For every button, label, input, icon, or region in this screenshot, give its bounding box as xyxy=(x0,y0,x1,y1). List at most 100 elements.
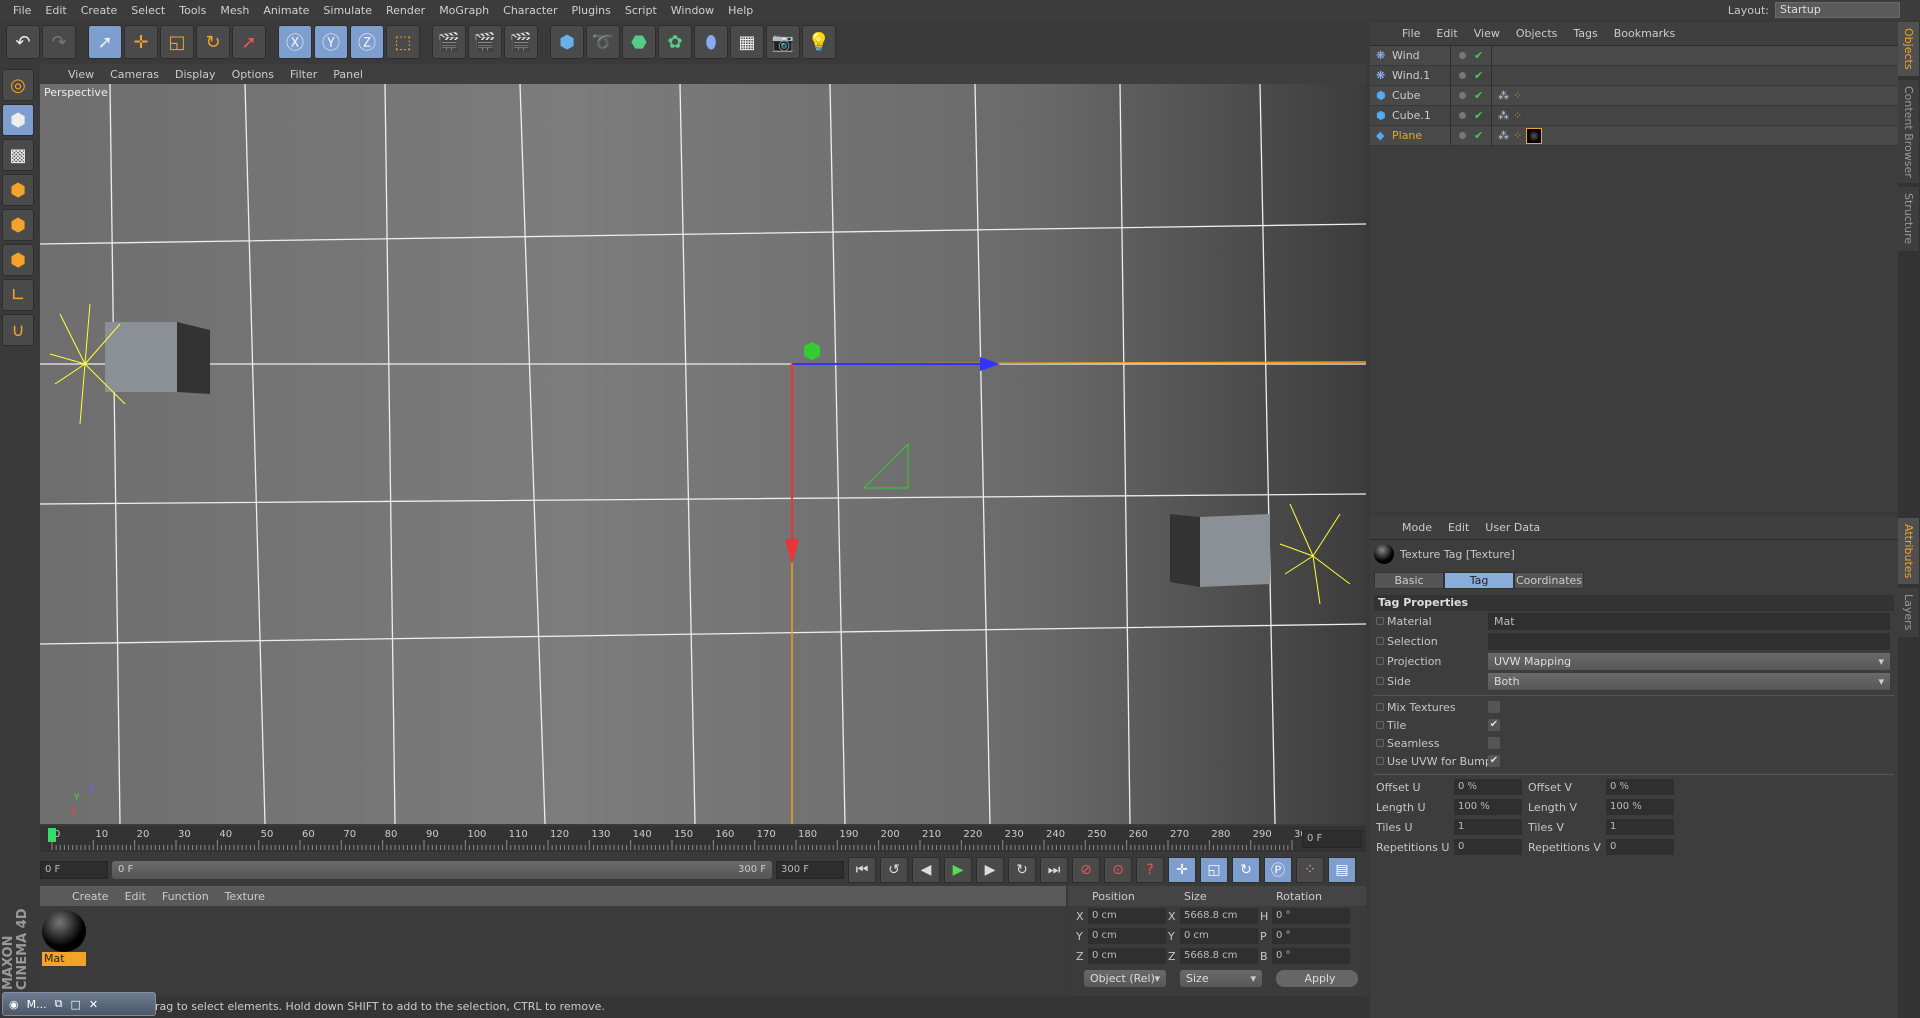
coord-field[interactable]: 5668.8 cm xyxy=(1180,908,1258,924)
visibility-dot-icon[interactable] xyxy=(1459,112,1466,119)
playhead[interactable] xyxy=(48,828,56,842)
enabled-check-icon[interactable]: ✔ xyxy=(1474,129,1483,142)
frame-range-slider[interactable]: 0 F 300 F xyxy=(112,861,772,879)
undo-icon[interactable]: ↶ xyxy=(6,25,40,59)
current-frame-field[interactable]: 0 F xyxy=(1302,830,1362,848)
nurbs-icon[interactable]: ⬣ xyxy=(622,25,656,59)
menu-file[interactable]: File xyxy=(6,4,38,17)
side-tab-layers[interactable]: Layers xyxy=(1898,588,1919,637)
dynamics-tag-icon[interactable]: ⁘ xyxy=(1513,89,1522,102)
edges-mode-icon[interactable]: ⬢ xyxy=(2,209,34,241)
coord-field[interactable]: 0 cm xyxy=(1088,908,1166,924)
length-u-field[interactable]: 100 % xyxy=(1454,799,1522,815)
dynamics-tag-icon[interactable]: ⁘ xyxy=(1513,109,1522,122)
menu-mograph[interactable]: MoGraph xyxy=(432,4,496,17)
next-key-icon[interactable]: ↻ xyxy=(1008,857,1036,883)
viewport[interactable]: YZ X Perspective xyxy=(40,84,1366,824)
object-row-wind[interactable]: ❋ Wind ✔ xyxy=(1370,45,1898,66)
y-axis-icon[interactable]: Ⓨ xyxy=(314,25,348,59)
end-frame-field[interactable]: 300 F xyxy=(776,861,844,879)
tab-coordinates[interactable]: Coordinates xyxy=(1514,572,1584,589)
side-tab-attributes[interactable]: Attributes xyxy=(1898,518,1919,585)
menu-render[interactable]: Render xyxy=(379,4,432,17)
key-scale-icon[interactable]: ◱ xyxy=(1200,857,1228,883)
coordinate-system-icon[interactable]: ⬚ xyxy=(386,25,420,59)
play-icon[interactable]: ▶ xyxy=(944,857,972,883)
attribute-menu-user-data[interactable]: User Data xyxy=(1477,521,1548,534)
object-menu-view[interactable]: View xyxy=(1466,27,1508,40)
tiles-u-field[interactable]: 1 xyxy=(1454,819,1522,835)
enabled-check-icon[interactable]: ✔ xyxy=(1474,89,1483,102)
tile-checkbox[interactable]: ✔ xyxy=(1488,719,1500,731)
use-uvw-for-bump-checkbox[interactable]: ✔ xyxy=(1488,755,1500,767)
material-link-field[interactable]: Mat xyxy=(1488,612,1890,630)
object-row-wind-1[interactable]: ❋ Wind.1 ✔ xyxy=(1370,65,1898,86)
phong-tag-icon[interactable]: ⁂ xyxy=(1498,129,1509,142)
material-menu-edit[interactable]: Edit xyxy=(117,890,154,903)
scale-tool-icon[interactable]: ◱ xyxy=(160,25,194,59)
go-to-start-icon[interactable]: ⏮ xyxy=(848,857,876,883)
cube-primitive-icon[interactable]: ⬢ xyxy=(550,25,584,59)
redo-icon[interactable]: ↷ xyxy=(42,25,76,59)
object-menu-edit[interactable]: Edit xyxy=(1428,27,1465,40)
make-editable-icon[interactable]: ◎ xyxy=(2,69,34,101)
coord-field[interactable]: 0 ° xyxy=(1272,908,1350,924)
menu-help[interactable]: Help xyxy=(721,4,760,17)
light-icon[interactable]: 💡 xyxy=(802,25,836,59)
side-tab-structure[interactable]: Structure xyxy=(1898,187,1919,251)
tiles-v-field[interactable]: 1 xyxy=(1606,819,1674,835)
timeline-ruler[interactable]: 0 10 20 30 40 50 60 70 80 90 100 110 120 130 140 150 160… xyxy=(40,826,1366,852)
viewport-menu-view[interactable]: View xyxy=(60,68,102,81)
viewport-menu-panel[interactable]: Panel xyxy=(325,68,371,81)
viewport-menu-options[interactable]: Options xyxy=(224,68,282,81)
phong-tag-icon[interactable]: ⁂ xyxy=(1498,109,1509,122)
snap-icon[interactable]: ∪ xyxy=(2,314,34,346)
render-picture-viewer-icon[interactable]: 🎬 xyxy=(468,25,502,59)
menu-edit[interactable]: Edit xyxy=(38,4,73,17)
visibility-dot-icon[interactable] xyxy=(1459,52,1466,59)
coord-field[interactable]: 0 cm xyxy=(1180,928,1258,944)
polygons-mode-icon[interactable]: ⬢ xyxy=(2,244,34,276)
attribute-menu-mode[interactable]: Mode xyxy=(1394,521,1440,534)
go-to-end-icon[interactable]: ⏭ xyxy=(1040,857,1068,883)
menu-plugins[interactable]: Plugins xyxy=(564,4,617,17)
timeline-window-icon[interactable]: ▤ xyxy=(1328,857,1356,883)
key-pla-icon[interactable]: ⁘ xyxy=(1296,857,1324,883)
object-menu-bookmarks[interactable]: Bookmarks xyxy=(1606,27,1683,40)
maximize-icon[interactable]: □ xyxy=(70,998,80,1011)
move-tool-icon[interactable]: ✛ xyxy=(124,25,158,59)
rotate-tool-icon[interactable]: ↻ xyxy=(196,25,230,59)
object-row-cube[interactable]: ⬢ Cube ✔ ⁂ ⁘ xyxy=(1370,85,1898,106)
offset-v-field[interactable]: 0 % xyxy=(1606,779,1674,795)
previous-key-icon[interactable]: ↺ xyxy=(880,857,908,883)
render-settings-icon[interactable]: 🎬 xyxy=(504,25,538,59)
enabled-check-icon[interactable]: ✔ xyxy=(1474,109,1483,122)
axis-mode-icon[interactable]: ∟ xyxy=(2,279,34,311)
mix-textures-checkbox[interactable] xyxy=(1488,701,1500,713)
menu-tools[interactable]: Tools xyxy=(172,4,213,17)
taskbar-window-button[interactable]: ◉ M... ⧉ □ ✕ xyxy=(2,992,156,1016)
points-mode-icon[interactable]: ⬢ xyxy=(2,174,34,206)
repetitions-v-field[interactable]: 0 xyxy=(1606,839,1674,855)
coord-field[interactable]: 0 cm xyxy=(1088,928,1166,944)
side-tab-objects[interactable]: Objects xyxy=(1898,22,1919,76)
phong-tag-icon[interactable]: ⁂ xyxy=(1498,89,1509,102)
coord-field[interactable]: 0 ° xyxy=(1272,928,1350,944)
viewport-menu-cameras[interactable]: Cameras xyxy=(102,68,167,81)
viewport-menu-display[interactable]: Display xyxy=(167,68,224,81)
coord-field[interactable]: 0 cm xyxy=(1088,948,1166,964)
menu-character[interactable]: Character xyxy=(496,4,564,17)
next-frame-icon[interactable]: ▶ xyxy=(976,857,1004,883)
enabled-check-icon[interactable]: ✔ xyxy=(1474,69,1483,82)
length-v-field[interactable]: 100 % xyxy=(1606,799,1674,815)
keyframe-selection-icon[interactable]: ? xyxy=(1136,857,1164,883)
material-menu-texture[interactable]: Texture xyxy=(217,890,273,903)
apply-button[interactable]: Apply xyxy=(1276,970,1358,987)
object-row-plane[interactable]: ◆ Plane ✔ ⁂ ⁘ xyxy=(1370,125,1898,146)
object-row-cube-1[interactable]: ⬢ Cube.1 ✔ ⁂ ⁘ xyxy=(1370,105,1898,126)
start-frame-field[interactable]: 0 F xyxy=(40,861,108,879)
menu-select[interactable]: Select xyxy=(124,4,172,17)
key-rotation-icon[interactable]: ↻ xyxy=(1232,857,1260,883)
object-menu-tags[interactable]: Tags xyxy=(1565,27,1605,40)
coordinate-mode-dropdown[interactable]: Object (Rel) xyxy=(1084,970,1166,987)
